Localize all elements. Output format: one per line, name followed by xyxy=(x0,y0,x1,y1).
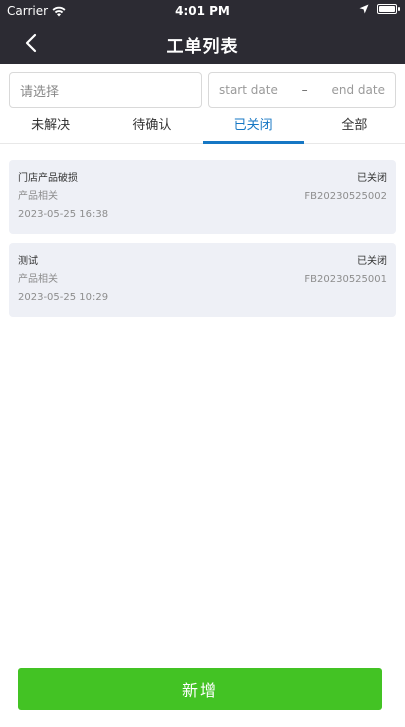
start-date-input[interactable]: start date xyxy=(219,83,278,97)
ticket-title: 门店产品破损 xyxy=(18,173,78,184)
ticket-title: 测试 xyxy=(18,256,38,267)
tab-all[interactable]: 全部 xyxy=(304,112,405,143)
ticket-status: 已关闭 xyxy=(357,173,387,184)
ticket-id: FB20230525002 xyxy=(304,191,387,202)
add-ticket-button[interactable]: 新增 xyxy=(18,668,382,710)
status-right xyxy=(359,4,400,14)
ticket-id: FB20230525001 xyxy=(304,274,387,285)
end-date-input[interactable]: end date xyxy=(332,83,385,97)
ticket-datetime: 2023-05-25 16:38 xyxy=(18,209,109,220)
location-arrow-icon xyxy=(359,4,369,14)
ticket-category: 产品相关 xyxy=(18,274,58,285)
status-time: 4:01 PM xyxy=(175,4,230,18)
add-button-label: 新增 xyxy=(181,681,218,700)
select-placeholder: 请选择 xyxy=(20,84,60,100)
ticket-datetime: 2023-05-25 10:29 xyxy=(18,292,109,303)
date-separator: – xyxy=(301,83,308,97)
status-bar: Carrier 4:01 PM xyxy=(0,0,405,22)
date-range-picker[interactable]: start date – end date xyxy=(208,72,396,108)
tab-unresolved[interactable]: 未解决 xyxy=(0,112,101,143)
battery-icon xyxy=(377,4,400,14)
nav-bar: 工单列表 xyxy=(0,22,405,64)
ticket-category: 产品相关 xyxy=(18,191,58,202)
ticket-list: 门店产品破损 已关闭 产品相关 FB20230525002 2023-05-25… xyxy=(9,160,396,326)
tab-closed[interactable]: 已关闭 xyxy=(202,112,305,144)
ticket-card[interactable]: 测试 已关闭 产品相关 FB20230525001 2023-05-25 10:… xyxy=(9,243,396,317)
ticket-status: 已关闭 xyxy=(357,256,387,267)
status-tabs: 未解决 待确认 已关闭 全部 xyxy=(0,112,405,144)
header: Carrier 4:01 PM 工单列表 xyxy=(0,0,405,64)
tab-pending-confirm[interactable]: 待确认 xyxy=(101,112,202,143)
filters: 请选择 start date – end date xyxy=(9,72,396,108)
page-title: 工单列表 xyxy=(166,37,239,57)
category-select[interactable]: 请选择 xyxy=(9,72,202,108)
ticket-card[interactable]: 门店产品破损 已关闭 产品相关 FB20230525002 2023-05-25… xyxy=(9,160,396,234)
